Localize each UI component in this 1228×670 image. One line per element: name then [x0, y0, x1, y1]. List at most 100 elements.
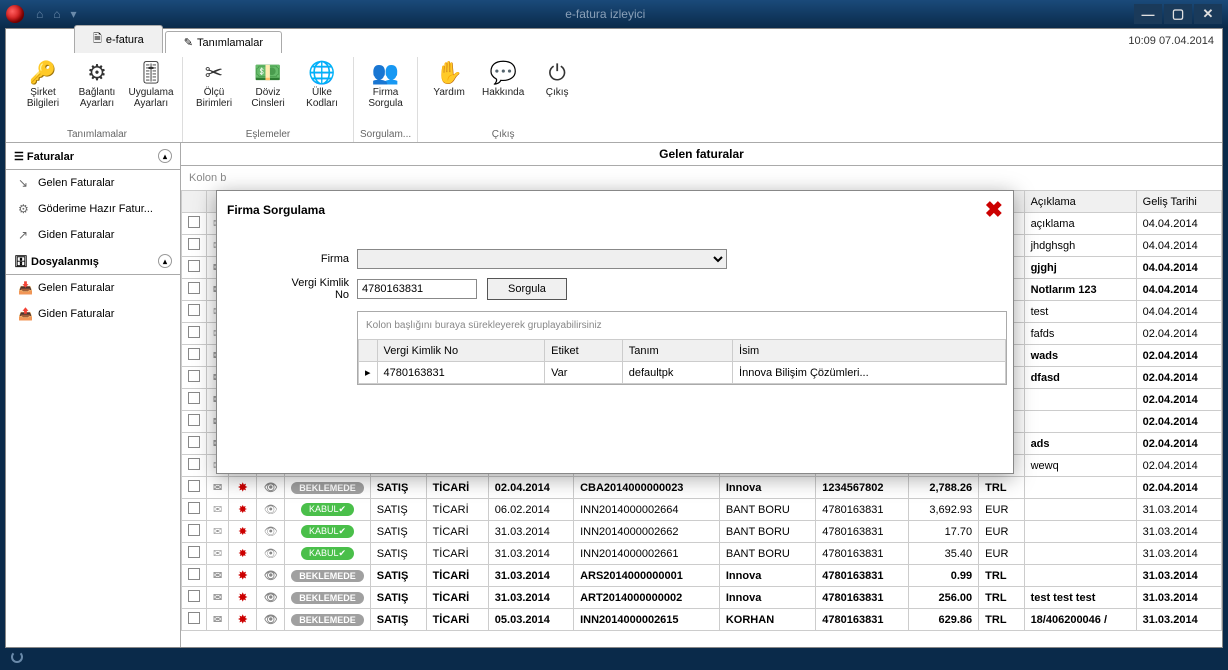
vkn-input[interactable] [357, 279, 477, 299]
cell: 02.04.2014 [1136, 455, 1221, 477]
table-row[interactable]: ✉✸👁BEKLEMEDESATIŞTİCARİ31.03.2014ART2014… [182, 587, 1222, 609]
row-checkbox[interactable] [188, 612, 200, 624]
cell: EUR [979, 521, 1024, 543]
row-checkbox[interactable] [188, 480, 200, 492]
table-row[interactable]: ✉✸👁KABUL✔SATIŞTİCARİ31.03.2014INN2014000… [182, 543, 1222, 565]
tab-efatura-label: e-fatura [106, 34, 144, 46]
table-row[interactable]: ✉✸👁BEKLEMEDESATIŞTİCARİ05.03.2014INN2014… [182, 609, 1222, 631]
sidebar-header-faturalar[interactable]: ☰ Faturalar ▴ [6, 143, 180, 170]
col-isim[interactable]: İsim [733, 340, 1006, 362]
cell: SATIŞ [370, 477, 426, 499]
olcu-birimleri-button[interactable]: ✂Ölçü Birimleri [189, 57, 239, 127]
status-bar [5, 648, 1223, 666]
row-checkbox[interactable] [188, 568, 200, 580]
row-checkbox[interactable] [188, 216, 200, 228]
table-row[interactable]: ✉✸👁BEKLEMEDESATIŞTİCARİ31.03.2014ARS2014… [182, 565, 1222, 587]
row-checkbox[interactable] [188, 414, 200, 426]
row-checkbox[interactable] [188, 392, 200, 404]
cell [182, 609, 207, 631]
sorgula-button[interactable]: Sorgula [487, 278, 567, 300]
sidebar-header-dosyalanmis[interactable]: 🗄 Dosyalanmış ▴ [6, 248, 180, 275]
modal-title: Firma Sorgulama [227, 203, 325, 217]
bug-icon: ✸ [238, 570, 247, 582]
hakkinda-button[interactable]: 💬Hakkında [478, 57, 528, 127]
table-row[interactable]: ✉✸👁KABUL✔SATIŞTİCARİ06.02.2014INN2014000… [182, 499, 1222, 521]
clock: 10:09 07.04.2014 [1128, 35, 1214, 47]
cikis-button[interactable]: ⏻Çıkış [532, 57, 582, 127]
sidebar-item-gelen[interactable]: ↘Gelen Faturalar [6, 170, 180, 196]
minimize-button[interactable]: — [1134, 4, 1162, 24]
row-checkbox[interactable] [188, 436, 200, 448]
bug-icon: ✸ [238, 614, 247, 626]
row-checkbox[interactable] [188, 590, 200, 602]
uygulama-ayarlari-button[interactable]: 🎚Uygulama Ayarları [126, 57, 176, 127]
bug-icon: ✸ [238, 592, 247, 604]
sidebar-item-gonderime[interactable]: ⚙Göderime Hazır Fatur... [6, 196, 180, 222]
result-row[interactable]: ▸ 4780163831 Var defaultpk İnnova Bilişi… [359, 362, 1006, 384]
eye-icon[interactable]: 👁 [264, 526, 278, 538]
cell [182, 323, 207, 345]
table-row[interactable]: ✉✸👁BEKLEMEDESATIŞTİCARİ02.04.2014CBA2014… [182, 477, 1222, 499]
chevron-up-icon[interactable]: ▴ [158, 254, 172, 268]
cell: 👁 [257, 609, 285, 631]
cell: 4780163831 [816, 587, 909, 609]
sidebar-item-label: Göderime Hazır Fatur... [38, 203, 153, 215]
col-vkn[interactable]: Vergi Kimlik No [377, 340, 545, 362]
cell: TİCARİ [426, 499, 488, 521]
row-checkbox[interactable] [188, 348, 200, 360]
sidebar-item-d-giden[interactable]: 📤Giden Faturalar [6, 301, 180, 327]
cell [182, 345, 207, 367]
row-checkbox[interactable] [188, 282, 200, 294]
row-checkbox[interactable] [188, 238, 200, 250]
row-checkbox[interactable] [188, 260, 200, 272]
cell [182, 521, 207, 543]
baglanti-ayarlari-button[interactable]: ⚙Bağlantı Ayarları [72, 57, 122, 127]
yardim-button[interactable]: ✋Yardım [424, 57, 474, 127]
titlebar-home-icon[interactable]: ⌂ [36, 7, 43, 21]
eye-icon[interactable]: 👁 [264, 570, 278, 582]
row-checkbox[interactable] [188, 546, 200, 558]
col-etiket[interactable]: Etiket [545, 340, 623, 362]
eye-icon[interactable]: 👁 [264, 482, 278, 494]
eye-icon[interactable]: 👁 [264, 592, 278, 604]
tab-efatura[interactable]: 🗎 e-fatura [74, 25, 163, 53]
col-aciklama[interactable]: Açıklama [1024, 191, 1136, 213]
eye-icon[interactable]: 👁 [264, 614, 278, 626]
eye-icon[interactable]: 👁 [264, 548, 278, 560]
cell: 04.04.2014 [1136, 301, 1221, 323]
cell: 06.02.2014 [488, 499, 573, 521]
result-grid: Kolon başlığını buraya sürekleyerek grup… [357, 311, 1007, 385]
sirket-bilgileri-button[interactable]: 🔑Şirket Bilgileri [18, 57, 68, 127]
sidebar-item-d-gelen[interactable]: 📥Gelen Faturalar [6, 275, 180, 301]
row-checkbox[interactable] [188, 502, 200, 514]
cell: SATIŞ [370, 521, 426, 543]
sidebar-item-giden[interactable]: ↗Giden Faturalar [6, 222, 180, 248]
row-checkbox[interactable] [188, 524, 200, 536]
ulke-kodlari-button[interactable]: 🌐Ülke Kodları [297, 57, 347, 127]
row-checkbox[interactable] [188, 458, 200, 470]
eye-icon[interactable]: 👁 [264, 504, 278, 516]
hand-icon: ✋ [435, 59, 462, 87]
cell: CBA2014000000023 [574, 477, 720, 499]
doviz-cinsleri-button[interactable]: 💵Döviz Cinsleri [243, 57, 293, 127]
modal-close-button[interactable]: ✖ [985, 197, 1003, 223]
envelope-icon: ✉ [213, 548, 222, 560]
rb-label: Firma Sorgula [361, 87, 411, 109]
chevron-up-icon[interactable]: ▴ [158, 149, 172, 163]
bug-icon: ✸ [238, 504, 247, 516]
ribbon-group-sorgulam: 👥Firma Sorgula Sorgulam... [354, 57, 418, 142]
table-row[interactable]: ✉✸👁KABUL✔SATIŞTİCARİ31.03.2014INN2014000… [182, 521, 1222, 543]
cell: ARS2014000000001 [574, 565, 720, 587]
row-checkbox[interactable] [188, 304, 200, 316]
maximize-button[interactable]: ▢ [1164, 4, 1192, 24]
tab-tanimlamalar[interactable]: ✎ Tanımlamalar [165, 31, 282, 53]
row-checkbox[interactable] [188, 370, 200, 382]
close-button[interactable]: ✕ [1194, 4, 1222, 24]
col-tanim[interactable]: Tanım [622, 340, 732, 362]
titlebar-home2-icon[interactable]: ⌂ [53, 7, 60, 21]
row-indicator-icon: ▸ [359, 362, 378, 384]
row-checkbox[interactable] [188, 326, 200, 338]
firma-sorgula-button[interactable]: 👥Firma Sorgula [361, 57, 411, 127]
firma-select[interactable] [357, 249, 727, 269]
col-gelis[interactable]: Geliş Tarihi [1136, 191, 1221, 213]
